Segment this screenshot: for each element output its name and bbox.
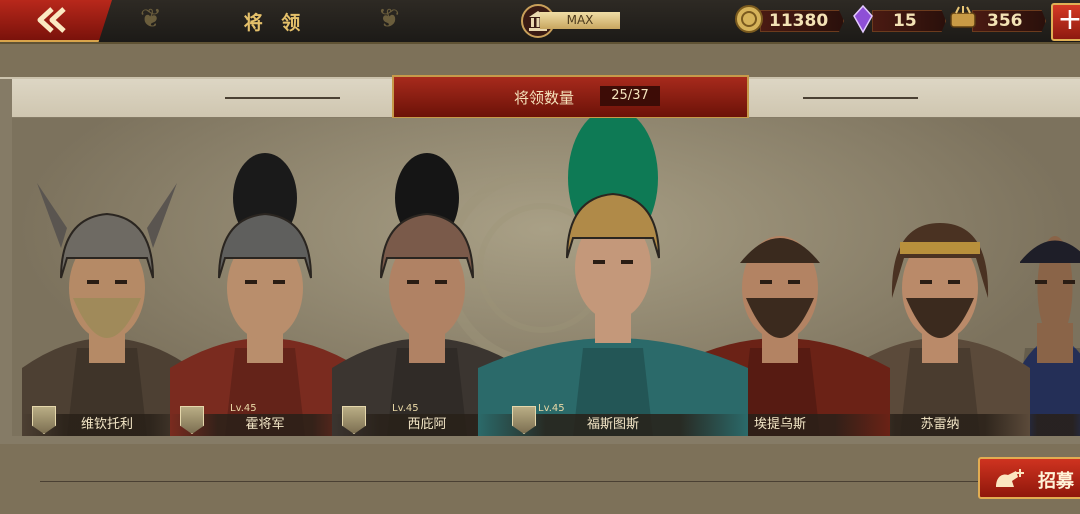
general-portrait <box>478 118 748 436</box>
gems-counter[interactable]: 15 <box>872 10 946 32</box>
divider-left <box>225 97 340 99</box>
plus-icon: + <box>1057 2 1080 37</box>
recruit-button[interactable]: 招募 <box>978 457 1080 499</box>
general-count-value: 25/37 <box>600 86 660 106</box>
building-level-value: MAX <box>540 12 620 29</box>
coin-icon <box>735 5 763 33</box>
laurel-right-icon: ❦ <box>378 4 400 34</box>
recruit-label: 招募 <box>1038 471 1074 492</box>
back-button[interactable] <box>0 0 112 42</box>
general-level: Lv.45 <box>392 403 419 414</box>
general-level: Lv.45 <box>538 403 565 414</box>
gem-icon <box>853 4 873 34</box>
coins-value: 11380 <box>769 11 829 31</box>
divider-right <box>803 97 918 99</box>
food-counter[interactable]: 356 <box>972 10 1046 32</box>
general-card[interactable]: 维钦托利 <box>22 118 192 436</box>
gems-value: 15 <box>893 11 917 31</box>
grain-icon <box>950 6 976 28</box>
recruit-fist-icon <box>996 469 1024 487</box>
bottom-divider <box>40 481 980 482</box>
general-count-label: 将领数量 <box>514 89 575 107</box>
add-resource-button[interactable]: + <box>1051 3 1080 41</box>
back-arrow-icon <box>37 7 66 33</box>
coins-counter[interactable]: 11380 <box>760 10 844 32</box>
general-card[interactable]: 福斯图斯 Lv.45 <box>478 118 748 436</box>
general-count-banner: 将领数量 25/37 <box>392 75 749 119</box>
page-title: 将 领 <box>243 12 307 34</box>
general-level: Lv.45 <box>230 403 257 414</box>
laurel-left-icon: ❦ <box>140 4 162 34</box>
food-value: 356 <box>987 11 1023 31</box>
general-portrait <box>22 183 192 436</box>
